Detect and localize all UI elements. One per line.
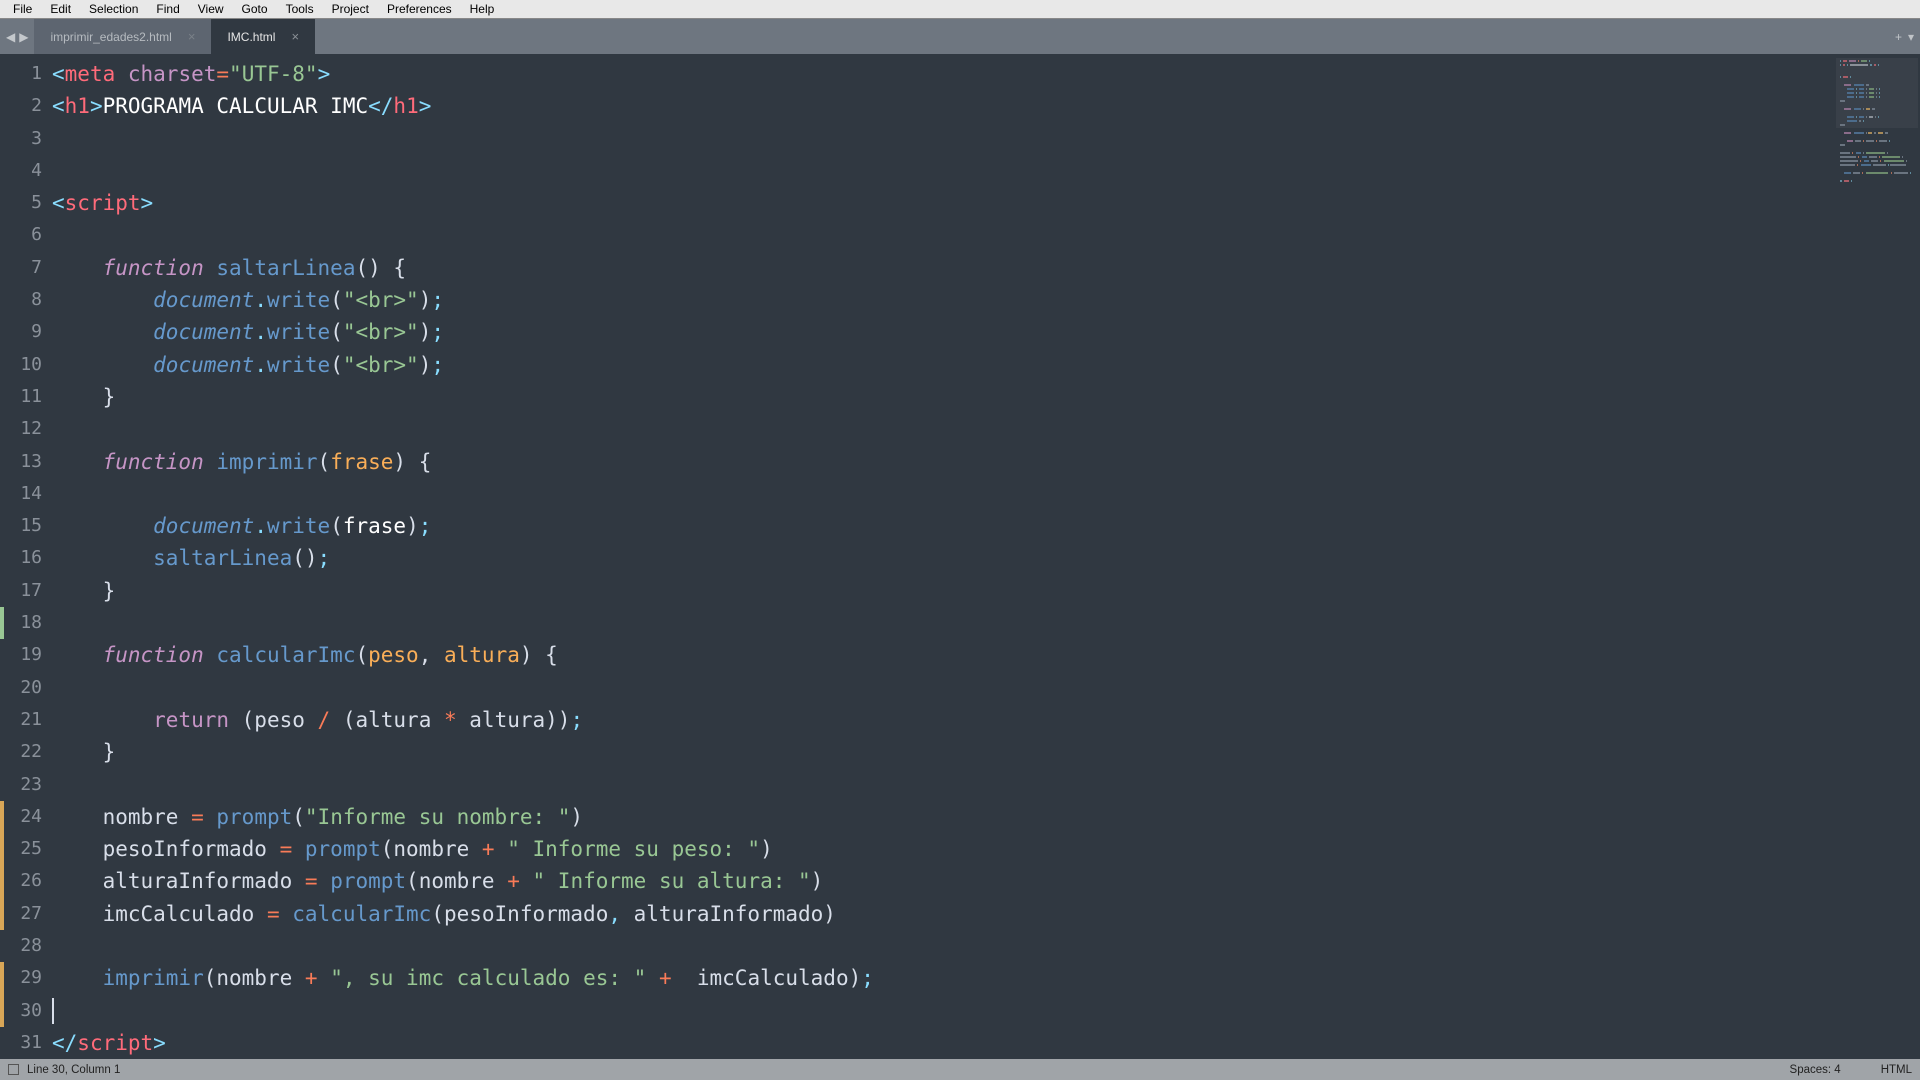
menu-selection[interactable]: Selection <box>80 1 147 17</box>
line-number: 5 <box>6 187 52 219</box>
code-line[interactable]: return (peso / (altura * altura)); <box>52 704 1830 736</box>
line-number: 31 <box>6 1027 52 1059</box>
line-number: 6 <box>6 219 52 251</box>
line-number: 7 <box>6 252 52 284</box>
code-line[interactable] <box>52 155 1830 187</box>
status-syntax[interactable]: HTML <box>1881 1064 1912 1076</box>
line-number: 1 <box>6 58 52 90</box>
menu-project[interactable]: Project <box>323 1 378 17</box>
code-line[interactable]: } <box>52 736 1830 768</box>
code-line[interactable]: <meta charset="UTF-8"> <box>52 58 1830 90</box>
line-number: 14 <box>6 478 52 510</box>
minimap[interactable] <box>1830 54 1920 1059</box>
line-number: 30 <box>6 995 52 1027</box>
line-number: 18 <box>6 607 52 639</box>
code-line[interactable]: document.write(frase); <box>52 510 1830 542</box>
line-number: 15 <box>6 510 52 542</box>
tab-menu-icon[interactable]: ▾ <box>1908 30 1914 44</box>
line-number: 4 <box>6 155 52 187</box>
line-number: 21 <box>6 704 52 736</box>
status-indentation[interactable]: Spaces: 4 <box>1790 1064 1841 1076</box>
code-line[interactable]: function calcularImc(peso, altura) { <box>52 639 1830 671</box>
code-line[interactable] <box>52 413 1830 445</box>
line-number: 9 <box>6 316 52 348</box>
close-icon[interactable]: × <box>188 30 196 43</box>
code-line[interactable]: } <box>52 381 1830 413</box>
line-number: 24 <box>6 801 52 833</box>
code-line[interactable] <box>52 478 1830 510</box>
code-line[interactable]: <h1>PROGRAMA CALCULAR IMC</h1> <box>52 90 1830 122</box>
code-line[interactable] <box>52 769 1830 801</box>
code-line[interactable] <box>52 607 1830 639</box>
line-number: 17 <box>6 575 52 607</box>
editor: 1234567891011121314151617181920212223242… <box>0 54 1920 1059</box>
text-cursor <box>52 998 54 1024</box>
tab-label: IMC.html <box>227 30 275 44</box>
tab-imc-html[interactable]: IMC.html × <box>211 19 315 54</box>
panel-switcher-icon[interactable] <box>8 1064 19 1075</box>
line-number: 20 <box>6 672 52 704</box>
tabbar-right: + ▾ <box>1895 19 1914 54</box>
code-line[interactable]: nombre = prompt("Informe su nombre: ") <box>52 801 1830 833</box>
line-number: 3 <box>6 123 52 155</box>
code-line[interactable]: document.write("<br>"); <box>52 284 1830 316</box>
statusbar: Line 30, Column 1 Spaces: 4 HTML <box>0 1059 1920 1080</box>
code-line[interactable]: function imprimir(frase) { <box>52 446 1830 478</box>
code-line[interactable]: function saltarLinea() { <box>52 252 1830 284</box>
line-number: 27 <box>6 898 52 930</box>
code-line[interactable]: </script> <box>52 1027 1830 1059</box>
tab-back-icon[interactable]: ◀ <box>6 30 15 44</box>
menu-help[interactable]: Help <box>461 1 504 17</box>
menu-file[interactable]: File <box>4 1 41 17</box>
code-line[interactable]: } <box>52 575 1830 607</box>
line-number: 10 <box>6 349 52 381</box>
line-number: 13 <box>6 446 52 478</box>
code-line[interactable]: document.write("<br>"); <box>52 349 1830 381</box>
tab-nav: ◀ ▶ <box>0 19 34 54</box>
line-number: 28 <box>6 930 52 962</box>
tabbar: ◀ ▶ imprimir_edades2.html × IMC.html × +… <box>0 19 1920 54</box>
tab-imprimir-edades2[interactable]: imprimir_edades2.html × <box>34 19 211 54</box>
code-line[interactable]: alturaInformado = prompt(nombre + " Info… <box>52 865 1830 897</box>
code-line[interactable]: imprimir(nombre + ", su imc calculado es… <box>52 962 1830 994</box>
code-line[interactable]: <script> <box>52 187 1830 219</box>
menubar: File Edit Selection Find View Goto Tools… <box>0 0 1920 19</box>
code-line[interactable] <box>52 995 1830 1027</box>
code-line[interactable] <box>52 930 1830 962</box>
status-cursor-position[interactable]: Line 30, Column 1 <box>27 1064 120 1076</box>
line-number: 2 <box>6 90 52 122</box>
gutter-modified <box>0 54 6 1059</box>
menu-edit[interactable]: Edit <box>41 1 80 17</box>
code-line[interactable]: document.write("<br>"); <box>52 316 1830 348</box>
code-line[interactable]: saltarLinea(); <box>52 542 1830 574</box>
line-number: 22 <box>6 736 52 768</box>
line-number: 23 <box>6 769 52 801</box>
code-line[interactable] <box>52 219 1830 251</box>
menu-goto[interactable]: Goto <box>233 1 277 17</box>
line-number: 16 <box>6 542 52 574</box>
code-line[interactable]: imcCalculado = calcularImc(pesoInformado… <box>52 898 1830 930</box>
menu-preferences[interactable]: Preferences <box>378 1 461 17</box>
code-line[interactable]: pesoInformado = prompt(nombre + " Inform… <box>52 833 1830 865</box>
line-number: 8 <box>6 284 52 316</box>
line-number: 12 <box>6 413 52 445</box>
gutter: 1234567891011121314151617181920212223242… <box>6 54 52 1059</box>
line-number: 11 <box>6 381 52 413</box>
tab-label: imprimir_edades2.html <box>50 30 171 44</box>
tab-forward-icon[interactable]: ▶ <box>19 30 28 44</box>
menu-view[interactable]: View <box>189 1 233 17</box>
line-number: 26 <box>6 865 52 897</box>
new-tab-icon[interactable]: + <box>1895 30 1902 44</box>
menu-find[interactable]: Find <box>147 1 188 17</box>
code-area[interactable]: <meta charset="UTF-8"><h1>PROGRAMA CALCU… <box>52 54 1830 1059</box>
code-line[interactable] <box>52 123 1830 155</box>
line-number: 19 <box>6 639 52 671</box>
minimap-content <box>1840 60 1914 184</box>
close-icon[interactable]: × <box>291 30 299 43</box>
line-number: 29 <box>6 962 52 994</box>
line-number: 25 <box>6 833 52 865</box>
code-line[interactable] <box>52 672 1830 704</box>
menu-tools[interactable]: Tools <box>277 1 323 17</box>
